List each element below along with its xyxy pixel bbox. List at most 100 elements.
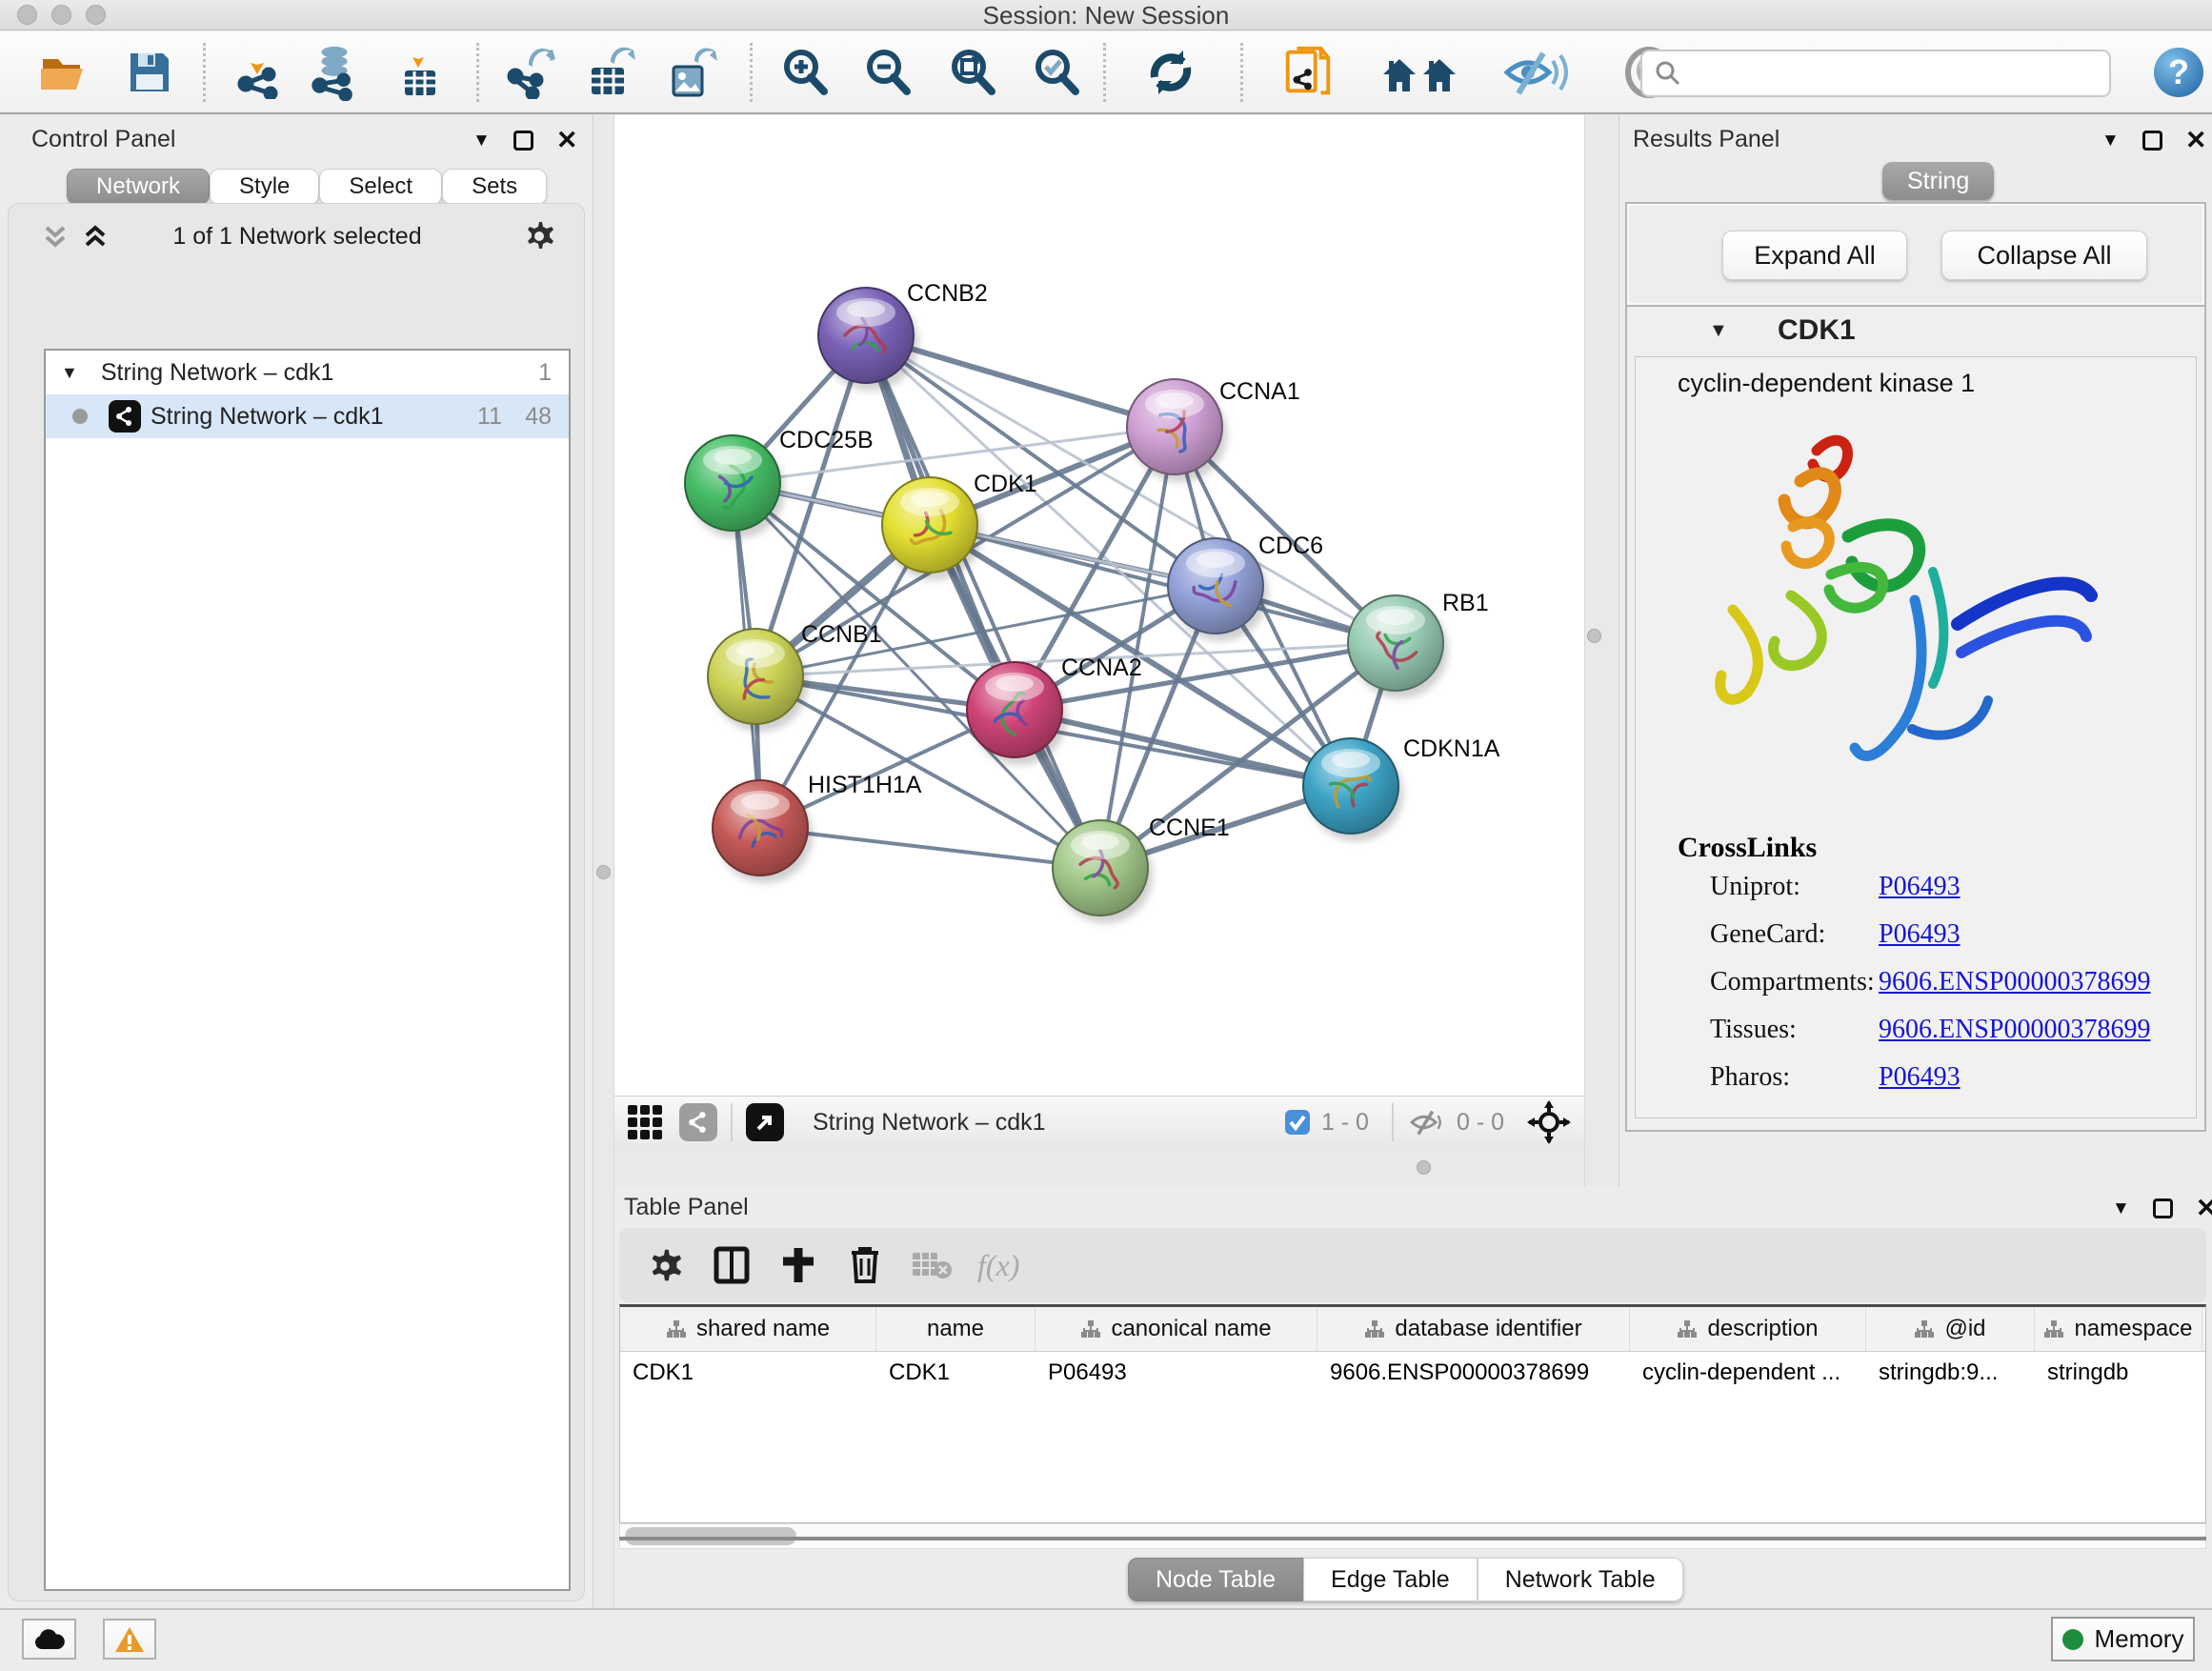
crosslink-link[interactable]: P06493 bbox=[1879, 919, 1961, 949]
export-image-icon[interactable] bbox=[665, 45, 720, 100]
export-table-icon[interactable] bbox=[584, 45, 639, 100]
column-header-@id[interactable]: @id bbox=[1866, 1307, 2035, 1351]
crosslink-link[interactable]: P06493 bbox=[1879, 872, 1961, 901]
import-network-icon[interactable] bbox=[231, 45, 287, 100]
open-in-new-icon[interactable] bbox=[746, 1103, 784, 1141]
expand-all-button[interactable]: Expand All bbox=[1722, 231, 1907, 280]
panel-float-icon[interactable] bbox=[513, 131, 533, 151]
panel-float-icon[interactable] bbox=[2153, 1198, 2173, 1218]
bottom-splitter-handle[interactable] bbox=[1417, 1160, 1431, 1175]
grid-view-icon[interactable] bbox=[624, 1101, 666, 1143]
left-splitter[interactable] bbox=[593, 114, 614, 1608]
panel-close-icon[interactable]: ✕ bbox=[556, 126, 578, 155]
annotation-share-icon[interactable] bbox=[1280, 45, 1336, 100]
collapse-all-button[interactable]: Collapse All bbox=[1941, 231, 2147, 280]
tree-expand-icon[interactable]: ▼ bbox=[61, 363, 78, 383]
tab-node-table[interactable]: Node Table bbox=[1128, 1558, 1303, 1601]
zoom-fit-icon[interactable] bbox=[945, 45, 1000, 100]
network-node-CDKN1A[interactable]: CDKN1A bbox=[1303, 735, 1500, 841]
tab-network[interactable]: Network bbox=[67, 169, 210, 205]
share-view-icon[interactable] bbox=[679, 1103, 717, 1141]
network-node-RB1[interactable]: RB1 bbox=[1348, 590, 1489, 698]
column-header-canonical-name[interactable]: canonical name bbox=[1036, 1307, 1317, 1351]
tab-style[interactable]: Style bbox=[210, 169, 319, 205]
selected-checkbox-icon[interactable] bbox=[1283, 1108, 1312, 1137]
network-node-CCNA2[interactable]: CCNA2 bbox=[967, 654, 1142, 765]
table-cell[interactable]: CDK1 bbox=[620, 1359, 876, 1386]
tab-string[interactable]: String bbox=[1882, 162, 1994, 200]
left-splitter-handle[interactable] bbox=[596, 865, 611, 879]
save-session-icon[interactable] bbox=[122, 45, 177, 100]
export-network-icon[interactable] bbox=[503, 45, 558, 100]
delete-column-icon[interactable] bbox=[844, 1244, 886, 1286]
table-cell[interactable]: 9606.ENSP00000378699 bbox=[1317, 1359, 1630, 1386]
hidden-eye-icon[interactable] bbox=[1407, 1107, 1447, 1137]
network-edge[interactable] bbox=[930, 525, 1396, 643]
warning-button[interactable] bbox=[103, 1619, 156, 1660]
table-row[interactable]: CDK1CDK1P064939606.ENSP00000378699cyclin… bbox=[620, 1352, 2205, 1394]
panel-close-icon[interactable]: ✕ bbox=[2196, 1194, 2212, 1223]
bottom-splitter[interactable] bbox=[614, 1148, 1584, 1186]
tab-sets[interactable]: Sets bbox=[442, 169, 547, 205]
crosslink-label: Uniprot: bbox=[1710, 872, 1800, 902]
open-session-icon[interactable] bbox=[36, 45, 91, 100]
column-header-namespace[interactable]: namespace bbox=[2035, 1307, 2202, 1351]
zoom-in-icon[interactable] bbox=[777, 45, 833, 100]
add-column-icon[interactable] bbox=[777, 1244, 819, 1286]
zoom-selected-icon[interactable] bbox=[1029, 45, 1084, 100]
delete-table-icon[interactable] bbox=[911, 1244, 953, 1286]
columns-icon[interactable] bbox=[711, 1244, 753, 1286]
memory-button[interactable]: Memory bbox=[2051, 1617, 2195, 1661]
hide-selected-icon[interactable] bbox=[1498, 45, 1570, 100]
function-builder-icon[interactable]: f(x) bbox=[977, 1248, 1019, 1283]
network-row[interactable]: String Network – cdk1 11 48 bbox=[46, 394, 569, 438]
crosslink-link[interactable]: 9606.ENSP00000378699 bbox=[1879, 967, 2150, 997]
network-node-HIST1H1A[interactable]: HIST1H1A bbox=[713, 772, 922, 883]
tab-network-table[interactable]: Network Table bbox=[1478, 1558, 1683, 1601]
node-table[interactable]: shared namenamecanonical namedatabase id… bbox=[619, 1304, 2206, 1523]
search-box[interactable] bbox=[1640, 50, 2111, 97]
network-node-CCNA1[interactable]: CCNA1 bbox=[1127, 378, 1300, 482]
import-table-icon[interactable] bbox=[392, 45, 448, 100]
birdseye-icon[interactable] bbox=[1527, 1100, 1571, 1144]
help-icon[interactable]: ? bbox=[2151, 45, 2206, 100]
node-label-CDK1: CDK1 bbox=[974, 471, 1037, 497]
column-header-name[interactable]: name bbox=[876, 1307, 1036, 1351]
table-cell[interactable]: stringdb:9... bbox=[1866, 1359, 2035, 1386]
crosslink-link[interactable]: P06493 bbox=[1879, 1062, 1961, 1092]
network-node-CCNE1[interactable]: CCNE1 bbox=[1053, 815, 1230, 923]
panel-close-icon[interactable]: ✕ bbox=[2185, 126, 2207, 155]
refresh-icon[interactable] bbox=[1143, 45, 1198, 100]
panel-collapse-icon[interactable]: ▼ bbox=[2101, 131, 2120, 151]
string-home-icon[interactable] bbox=[1377, 45, 1461, 100]
table-cell[interactable]: P06493 bbox=[1036, 1359, 1317, 1386]
search-input[interactable] bbox=[1682, 60, 2092, 87]
right-splitter-handle[interactable] bbox=[1587, 629, 1601, 643]
network-collection-row[interactable]: ▼ String Network – cdk1 1 bbox=[46, 351, 569, 394]
network-options-gear-icon[interactable] bbox=[519, 216, 559, 256]
table-panel-title: Table Panel bbox=[624, 1194, 749, 1221]
network-node-CDK1[interactable]: CDK1 bbox=[882, 471, 1037, 580]
cloud-button[interactable] bbox=[22, 1619, 76, 1660]
tab-select[interactable]: Select bbox=[319, 169, 442, 205]
import-database-icon[interactable] bbox=[307, 45, 362, 100]
section-collapse-icon[interactable]: ▼ bbox=[1709, 320, 1728, 342]
network-node-CCNB2[interactable]: CCNB2 bbox=[818, 280, 988, 391]
column-header-database-identifier[interactable]: database identifier bbox=[1317, 1307, 1630, 1351]
panel-collapse-icon[interactable]: ▼ bbox=[2112, 1198, 2130, 1219]
panel-float-icon[interactable] bbox=[2142, 131, 2162, 151]
panel-collapse-icon[interactable]: ▼ bbox=[473, 131, 491, 151]
network-canvas[interactable]: CCNB2CCNA1CDC25BCDK1CDC6RB1CCNB1CCNA2CDK… bbox=[614, 115, 1584, 1096]
crosslink-link[interactable]: 9606.ENSP00000378699 bbox=[1879, 1015, 2150, 1044]
right-splitter[interactable] bbox=[1584, 114, 1619, 1186]
column-header-description[interactable]: description bbox=[1630, 1307, 1866, 1351]
table-cell[interactable]: cyclin-dependent ... bbox=[1630, 1359, 1866, 1386]
tab-edge-table[interactable]: Edge Table bbox=[1303, 1558, 1478, 1601]
table-cell[interactable]: stringdb bbox=[2035, 1359, 2202, 1386]
table-tabs: Node TableEdge TableNetwork Table bbox=[1128, 1558, 1683, 1601]
gear-icon[interactable] bbox=[644, 1244, 686, 1286]
crosslink-label: GeneCard: bbox=[1710, 919, 1825, 950]
column-header-shared-name[interactable]: shared name bbox=[620, 1307, 876, 1351]
zoom-out-icon[interactable] bbox=[860, 45, 915, 100]
table-cell[interactable]: CDK1 bbox=[876, 1359, 1036, 1386]
